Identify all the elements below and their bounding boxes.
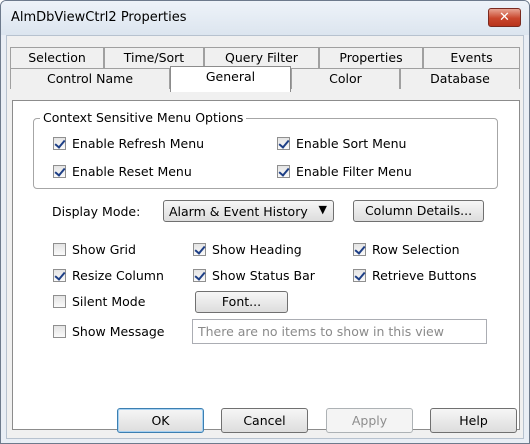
- enable-filter-menu-label: Enable Filter Menu: [296, 164, 412, 179]
- checkbox-checked-icon: [53, 269, 66, 282]
- tab-query-filter[interactable]: Query Filter: [204, 47, 319, 68]
- tab-time-sort[interactable]: Time/Sort: [104, 47, 204, 68]
- show-heading-label: Show Heading: [212, 242, 302, 257]
- tab-properties[interactable]: Properties: [319, 47, 423, 68]
- row-selection-checkbox[interactable]: Row Selection: [353, 243, 460, 259]
- checkbox-unchecked-icon: [53, 243, 66, 256]
- enable-sort-menu-label: Enable Sort Menu: [296, 136, 407, 151]
- show-message-checkbox[interactable]: Show Message: [53, 325, 165, 341]
- tab-selection[interactable]: Selection: [10, 47, 104, 68]
- checkbox-checked-icon: [353, 243, 366, 256]
- ok-button[interactable]: OK: [117, 408, 204, 433]
- title-bar[interactable]: AlmDbViewCtrl2 Properties ✕: [1, 1, 529, 35]
- window-title: AlmDbViewCtrl2 Properties: [11, 10, 187, 25]
- chevron-down-icon: ▼: [318, 203, 327, 216]
- checkbox-unchecked-icon: [53, 325, 66, 338]
- help-button[interactable]: Help: [430, 408, 517, 433]
- properties-dialog: AlmDbViewCtrl2 Properties ✕ Selection Ti…: [0, 0, 530, 444]
- show-grid-label: Show Grid: [72, 242, 136, 257]
- checkbox-checked-icon: [353, 269, 366, 282]
- retrieve-buttons-label: Retrieve Buttons: [372, 268, 477, 283]
- tab-color[interactable]: Color: [291, 68, 400, 89]
- tab-general[interactable]: General: [170, 66, 291, 92]
- tab-control-name[interactable]: Control Name: [10, 68, 170, 89]
- show-heading-checkbox[interactable]: Show Heading: [193, 243, 302, 259]
- column-details-button[interactable]: Column Details...: [353, 200, 484, 222]
- cancel-button[interactable]: Cancel: [221, 408, 308, 433]
- checkbox-unchecked-icon: [53, 295, 66, 308]
- checkbox-checked-icon: [277, 165, 290, 178]
- enable-refresh-menu-label: Enable Refresh Menu: [72, 136, 205, 151]
- close-button[interactable]: ✕: [488, 8, 521, 27]
- checkbox-checked-icon: [193, 269, 206, 282]
- checkbox-checked-icon: [277, 137, 290, 150]
- silent-mode-checkbox[interactable]: Silent Mode: [53, 295, 145, 311]
- checkbox-checked-icon: [53, 165, 66, 178]
- tab-database[interactable]: Database: [400, 68, 520, 89]
- context-menu-group-legend: Context Sensitive Menu Options: [40, 110, 247, 125]
- dialog-client: Selection Time/Sort Query Filter Propert…: [6, 35, 524, 439]
- show-status-bar-checkbox[interactable]: Show Status Bar: [193, 269, 315, 285]
- enable-reset-menu-label: Enable Reset Menu: [72, 164, 192, 179]
- resize-column-label: Resize Column: [72, 268, 164, 283]
- checkbox-checked-icon: [53, 137, 66, 150]
- display-mode-label: Display Mode:: [52, 204, 141, 219]
- enable-refresh-menu-checkbox[interactable]: Enable Refresh Menu: [53, 137, 204, 153]
- silent-mode-label: Silent Mode: [72, 294, 146, 309]
- display-mode-select[interactable]: Alarm & Event History ▼: [163, 200, 334, 222]
- checkbox-checked-icon: [193, 243, 206, 256]
- enable-filter-menu-checkbox[interactable]: Enable Filter Menu: [277, 165, 412, 181]
- apply-button[interactable]: Apply: [326, 408, 413, 433]
- show-message-label: Show Message: [72, 324, 165, 339]
- resize-column-checkbox[interactable]: Resize Column: [53, 269, 164, 285]
- tab-events[interactable]: Events: [423, 47, 520, 68]
- message-input[interactable]: There are no items to show in this view: [192, 319, 487, 344]
- enable-reset-menu-checkbox[interactable]: Enable Reset Menu: [53, 165, 192, 181]
- show-grid-checkbox[interactable]: Show Grid: [53, 243, 136, 259]
- display-mode-value: Alarm & Event History: [169, 204, 308, 219]
- close-icon: ✕: [499, 10, 510, 25]
- retrieve-buttons-checkbox[interactable]: Retrieve Buttons: [353, 269, 476, 285]
- show-status-bar-label: Show Status Bar: [212, 268, 315, 283]
- row-selection-label: Row Selection: [372, 242, 460, 257]
- enable-sort-menu-checkbox[interactable]: Enable Sort Menu: [277, 137, 406, 153]
- font-button[interactable]: Font...: [195, 291, 288, 313]
